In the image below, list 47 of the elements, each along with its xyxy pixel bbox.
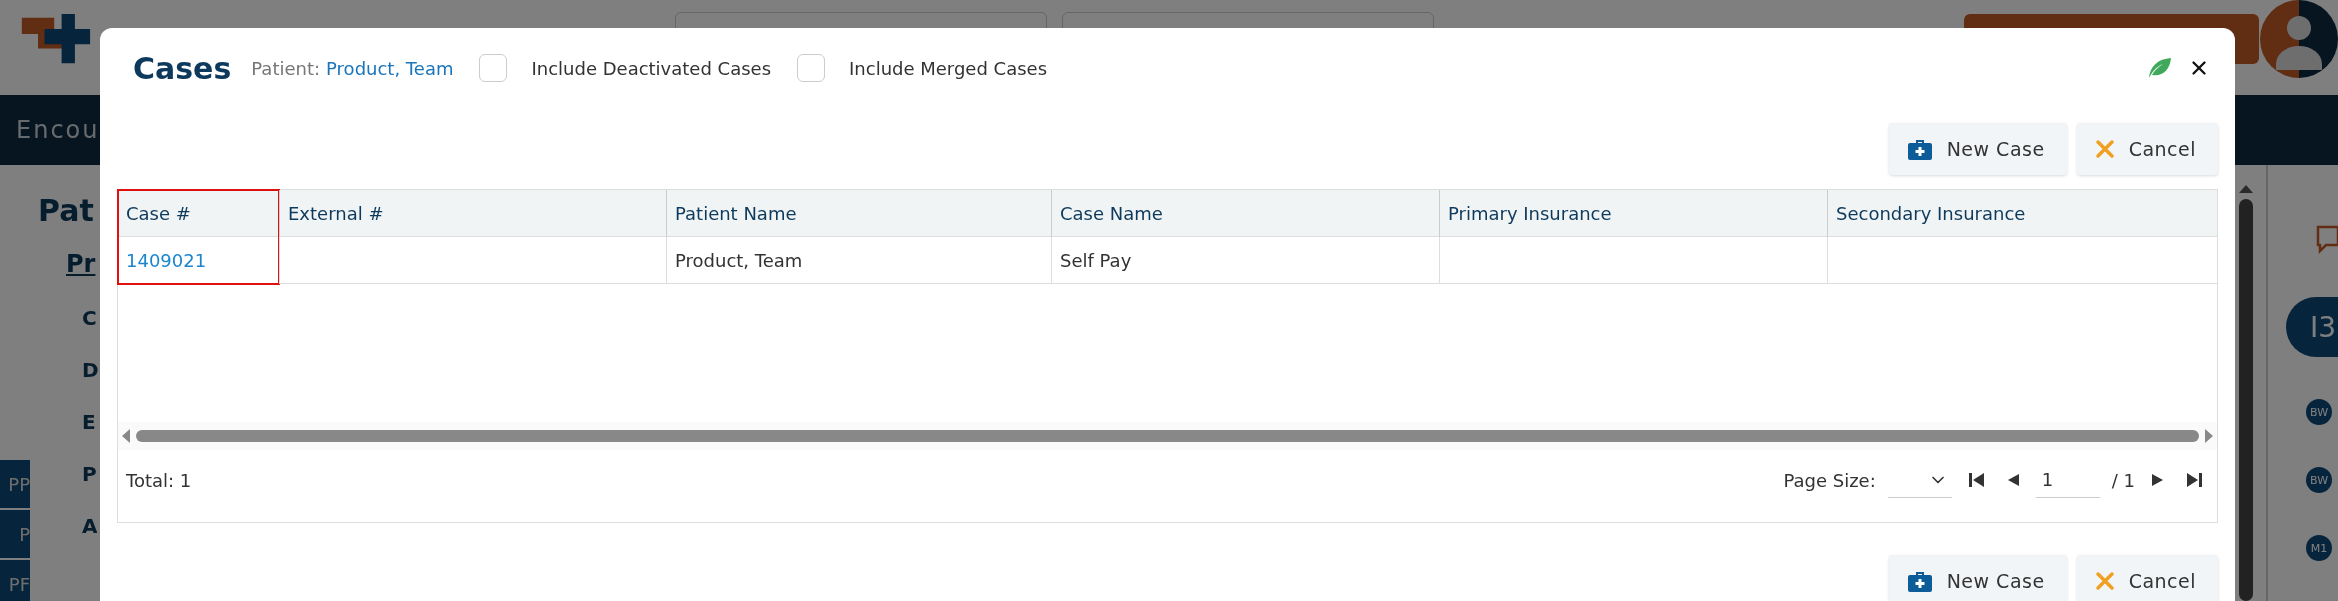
checkbox-label: Include Merged Cases — [849, 57, 1048, 79]
scrollbar[interactable] — [118, 422, 2217, 450]
table-cell: Product, Team — [666, 237, 1051, 284]
table-cell: Self Pay — [1051, 237, 1439, 284]
leaf-icon — [2146, 56, 2172, 80]
cancel-icon — [2094, 139, 2115, 159]
scroll-up-icon[interactable] — [2239, 185, 2253, 193]
column-header[interactable]: Secondary Insurance — [1827, 190, 2217, 237]
column-header[interactable]: External # — [279, 190, 666, 237]
column-header[interactable]: Case # — [118, 190, 279, 237]
field-label: D — [82, 358, 99, 382]
new-case-button[interactable]: New Case — [1888, 123, 2067, 175]
cancel-button[interactable]: Cancel — [2076, 123, 2218, 175]
total-count: Total: 1 — [126, 469, 192, 491]
scroll-left-icon[interactable] — [122, 429, 130, 443]
scroll-right-icon[interactable] — [2205, 429, 2213, 443]
nav-label: Encou — [16, 116, 100, 144]
checkbox[interactable] — [797, 54, 825, 82]
avatar-icon[interactable] — [2260, 0, 2338, 78]
page-title: Pat — [38, 193, 94, 228]
page-size-label: Page Size: — [1783, 469, 1876, 491]
field-label: C — [82, 306, 97, 330]
scrollbar[interactable] — [2238, 185, 2254, 601]
patient-name: Product, Team — [326, 57, 454, 79]
field-label: A — [82, 514, 98, 538]
count-badge: I3 — [2286, 297, 2338, 357]
medical-kit-icon — [1906, 137, 1933, 161]
cancel-button[interactable]: Cancel — [2076, 555, 2218, 601]
medical-kit-icon — [1906, 569, 1933, 593]
dialog-title: Cases — [133, 50, 232, 86]
column-header[interactable]: Patient Name — [666, 190, 1051, 237]
column-header[interactable]: Case Name — [1051, 190, 1439, 237]
column-header[interactable]: Primary Insurance — [1439, 190, 1827, 237]
checkbox[interactable] — [479, 54, 508, 82]
case-link[interactable]: 1409021 — [118, 237, 279, 284]
page-count: / 1 — [2111, 469, 2135, 491]
user-avatar: BW — [2306, 467, 2332, 493]
field-label: P — [82, 462, 97, 486]
user-avatar: BW — [2306, 399, 2332, 425]
user-avatar: M1 — [2306, 535, 2332, 561]
checkbox-label: Include Deactivated Cases — [531, 57, 771, 79]
section-link[interactable]: Pr — [66, 250, 96, 278]
patient-label: Patient: — [251, 57, 321, 79]
field-label: E — [82, 410, 96, 434]
chat-icon[interactable] — [2316, 225, 2338, 255]
new-case-button[interactable]: New Case — [1888, 555, 2067, 601]
cancel-icon — [2094, 571, 2115, 591]
